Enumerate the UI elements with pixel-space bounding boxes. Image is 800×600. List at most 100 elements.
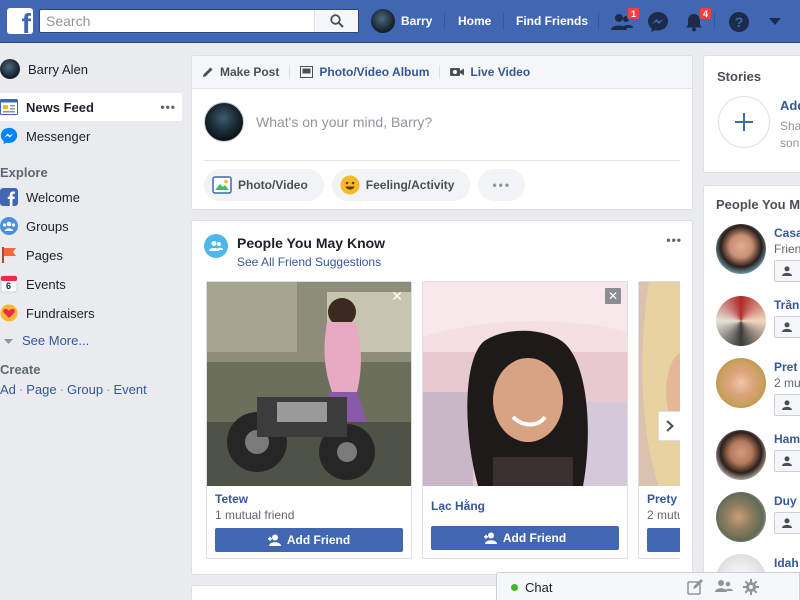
sidebar-item-pages[interactable]: Pages: [0, 241, 182, 269]
add-friend-icon: [782, 322, 792, 332]
add-friend-button[interactable]: Add Friend: [215, 528, 403, 552]
sidebar-item-profile[interactable]: Barry Alen: [0, 55, 182, 83]
composer-input-row[interactable]: What's on your mind, Barry?: [204, 102, 432, 142]
pymk-options-button[interactable]: •••: [666, 233, 682, 247]
mutual-friends-count: 2 mutu: [647, 508, 680, 522]
chevron-right-icon: [666, 420, 674, 432]
avatar[interactable]: [716, 430, 766, 480]
help-button[interactable]: ?: [726, 9, 752, 35]
search-input[interactable]: [40, 10, 310, 32]
composer-more-button[interactable]: •••: [478, 169, 526, 201]
list-item: Duy: [716, 492, 800, 548]
account-menu-button[interactable]: [762, 9, 788, 35]
see-more-link[interactable]: See More...: [4, 333, 89, 348]
tab-photo-video-album[interactable]: Photo/Video Album: [300, 65, 429, 79]
tab-label: Photo/Video Album: [319, 65, 430, 79]
chat-bar[interactable]: Chat: [496, 572, 800, 600]
news-feed-options-button[interactable]: •••: [160, 100, 176, 114]
close-icon[interactable]: ✕: [605, 288, 621, 304]
facebook-logo[interactable]: f: [7, 8, 33, 34]
add-story-button[interactable]: [718, 96, 770, 148]
add-friend-button[interactable]: [774, 394, 800, 416]
see-all-suggestions-link[interactable]: See All Friend Suggestions: [237, 255, 381, 269]
add-friend-button[interactable]: [774, 316, 800, 338]
person-name[interactable]: Casa: [774, 226, 800, 240]
caret-down-icon: [4, 338, 13, 344]
person-name[interactable]: Duy: [774, 494, 797, 508]
calendar-icon: 6: [0, 275, 18, 293]
create-event-link[interactable]: Event: [113, 382, 146, 397]
person-name[interactable]: Idah: [774, 556, 799, 570]
avatar[interactable]: [716, 492, 766, 542]
suggestion-name[interactable]: Tetew: [215, 492, 248, 506]
suggestion-card: ✕ Lạc Hằng Add Friend: [422, 281, 628, 559]
nav-divider: [598, 12, 599, 30]
list-item: Pret 2 mu: [716, 358, 800, 416]
suggestion-carousel: ✕ Tetew 1 mutual friend Add Friend ✕ Lạc…: [204, 281, 680, 561]
explore-heading: Explore: [0, 165, 48, 180]
create-heading: Create: [0, 362, 41, 377]
add-friend-button[interactable]: [774, 450, 800, 472]
video-camera-icon: [450, 67, 465, 77]
profile-photo[interactable]: [423, 282, 627, 486]
mutual-friends-count: 1 mutual friend: [215, 508, 295, 522]
create-ad-link[interactable]: Ad: [0, 382, 16, 397]
story-description: Sha: [780, 119, 800, 133]
sidebar-item-welcome[interactable]: Welcome: [0, 183, 182, 211]
suggestion-card: ✕ Tetew 1 mutual friend Add Friend: [206, 281, 412, 559]
tab-live-video[interactable]: Live Video: [450, 65, 530, 79]
chat-settings-button[interactable]: [743, 579, 759, 595]
photo-video-label: Photo/Video: [238, 178, 308, 192]
sidebar-item-messenger[interactable]: Messenger: [0, 122, 182, 150]
tab-make-post[interactable]: Make Post: [202, 65, 279, 79]
separator-dot: ·: [59, 382, 64, 397]
sidebar-item-fundraisers[interactable]: Fundraisers: [0, 299, 182, 327]
sidebar-item-label: News Feed: [26, 99, 94, 115]
add-friend-icon: [782, 400, 792, 410]
carousel-next-button[interactable]: [658, 411, 680, 441]
person-name[interactable]: Ham: [774, 432, 800, 446]
friend-requests-button[interactable]: 1: [609, 7, 640, 35]
sidebar-item-news-feed[interactable]: News Feed •••: [0, 93, 182, 121]
nav-divider: [444, 12, 445, 30]
add-friend-button[interactable]: [774, 260, 800, 282]
suggestion-name[interactable]: Lạc Hằng: [431, 499, 485, 513]
feeling-activity-label: Feeling/Activity: [365, 178, 455, 192]
sidebar-item-events[interactable]: 6 Events: [0, 270, 182, 298]
photo-video-button[interactable]: Photo/Video: [204, 169, 324, 201]
home-link[interactable]: Home: [458, 14, 491, 28]
messenger-icon: [648, 12, 668, 32]
create-group-link[interactable]: Group: [67, 382, 103, 397]
nav-profile-link[interactable]: Barry: [371, 9, 432, 33]
person-name[interactable]: Trần: [774, 298, 799, 312]
divider: [204, 160, 680, 161]
sidebar-item-groups[interactable]: Groups: [0, 212, 182, 240]
add-story-label[interactable]: Add: [780, 98, 800, 113]
profile-photo[interactable]: [639, 282, 680, 486]
groups-icon: [0, 217, 18, 235]
search-button[interactable]: [314, 10, 358, 32]
new-group-button[interactable]: [715, 579, 733, 595]
add-friend-button[interactable]: Add Friend: [431, 526, 619, 550]
sidebar-item-label: Pages: [26, 247, 63, 263]
avatar: [371, 9, 395, 33]
people-you-may-know-card: People You May Know See All Friend Sugge…: [191, 220, 693, 575]
suggestion-name[interactable]: Prety: [647, 492, 677, 506]
avatar[interactable]: [716, 224, 766, 274]
avatar[interactable]: [716, 296, 766, 346]
add-friend-button[interactable]: [647, 528, 680, 552]
add-friend-label: Add Friend: [286, 533, 351, 547]
new-message-button[interactable]: [687, 579, 703, 595]
messenger-button[interactable]: [645, 9, 671, 35]
profile-photo[interactable]: [207, 282, 411, 486]
close-icon[interactable]: ✕: [391, 288, 403, 305]
avatar[interactable]: [716, 358, 766, 408]
search-icon: [329, 14, 344, 28]
feeling-activity-button[interactable]: Feeling/Activity: [331, 169, 471, 201]
create-page-link[interactable]: Page: [26, 382, 56, 397]
add-friend-button[interactable]: [774, 512, 800, 534]
person-name[interactable]: Pret: [774, 360, 797, 374]
friends-icon: [204, 234, 228, 258]
find-friends-link[interactable]: Find Friends: [516, 14, 588, 28]
notifications-button[interactable]: 4: [681, 7, 712, 35]
